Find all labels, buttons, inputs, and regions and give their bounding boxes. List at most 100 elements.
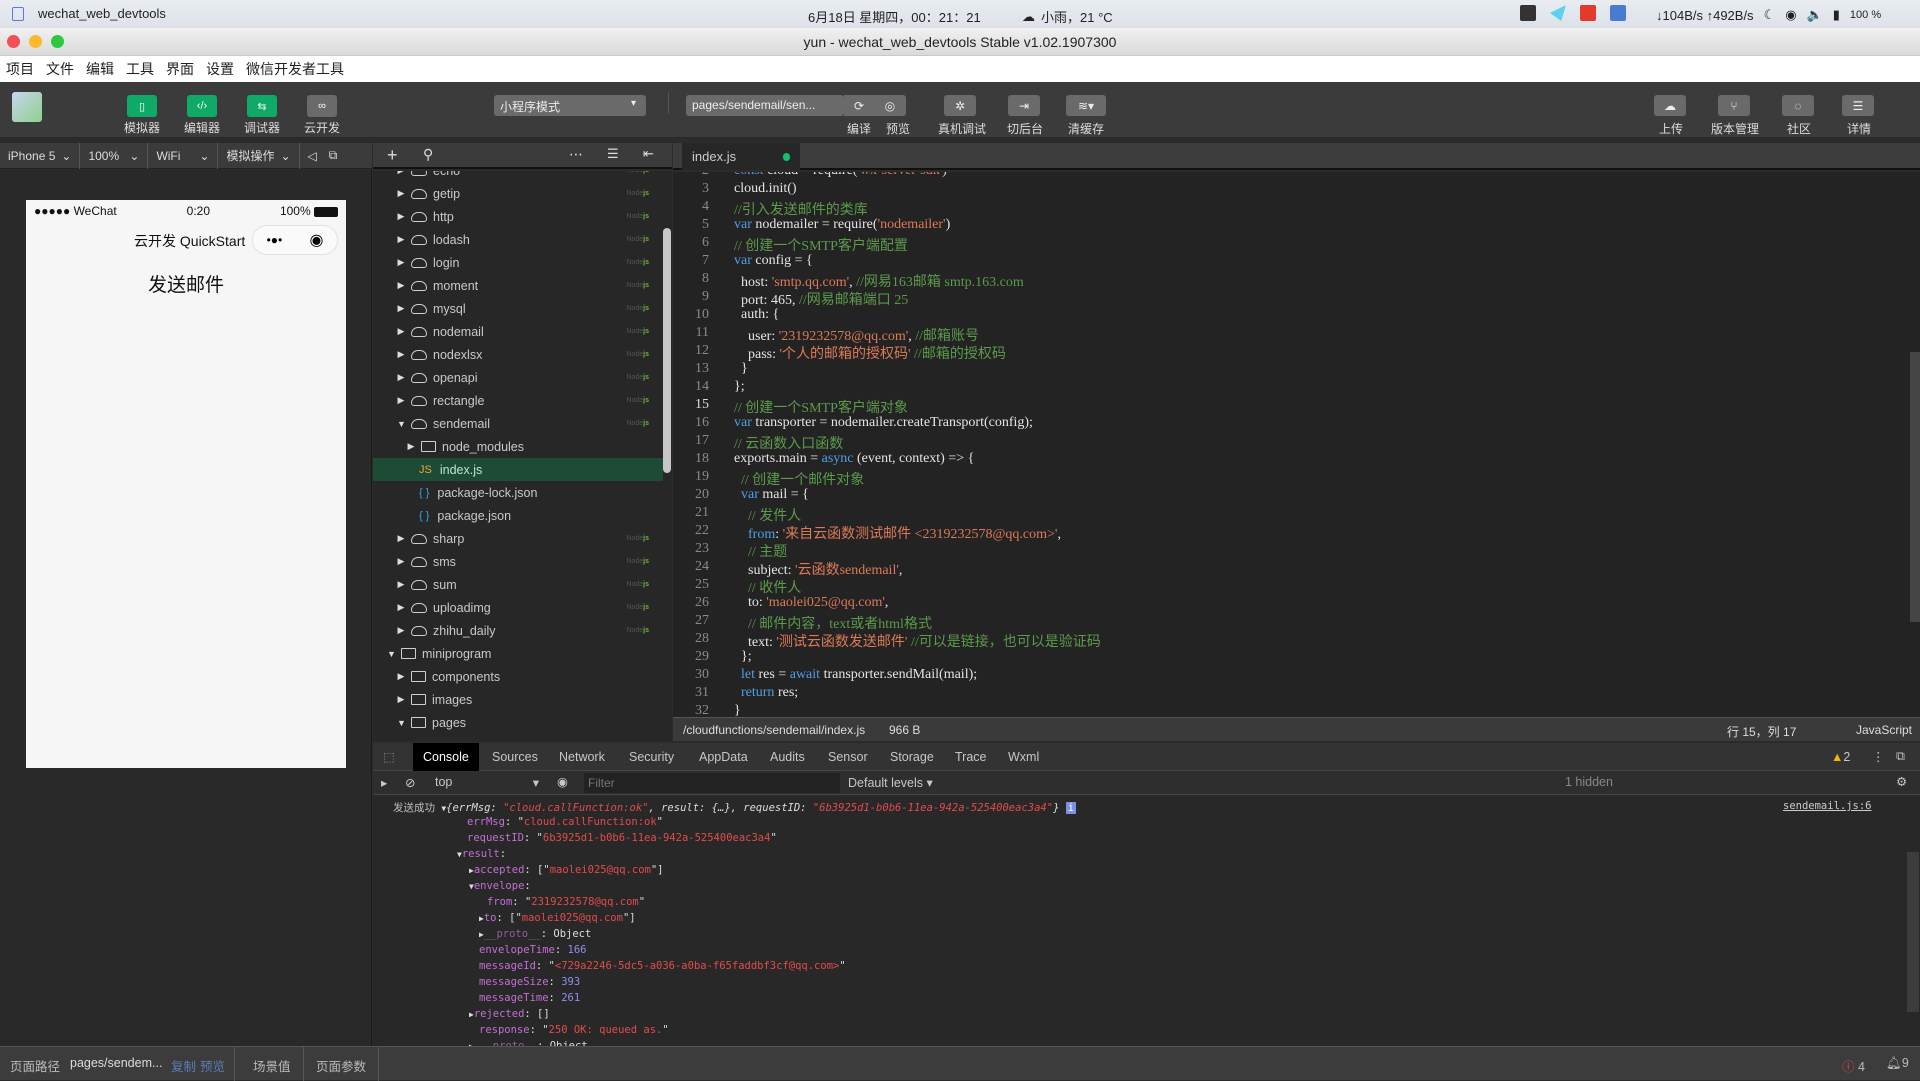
code-line[interactable]: 9 port: 465, //网易邮箱端口 25 [673,289,1873,308]
night-icon[interactable]: ☾ [1764,7,1776,23]
menu-edit[interactable]: 编辑 [86,59,114,79]
more-icon[interactable]: •●• [267,233,283,247]
code-line[interactable]: 17 // 云函数入口函数 [673,433,1873,452]
code-line[interactable]: 29 }; [673,649,1873,667]
copy-path-link[interactable]: 复制 [171,1056,196,1075]
tab-sources[interactable]: Sources [482,743,548,771]
tab-security[interactable]: Security [619,743,684,771]
tab-index-js[interactable]: index.js [682,143,800,170]
editor-scrollbar[interactable] [1910,352,1920,622]
code-line[interactable]: 31 return res; [673,685,1873,703]
tree-item[interactable]: { } package.json [373,504,663,527]
console-filter-input[interactable] [584,773,840,793]
background-button[interactable]: ⇥ [1008,95,1040,116]
debugger-button[interactable]: ⇆ 调试器 [242,95,282,136]
tray-telegram-icon[interactable] [1550,5,1566,21]
error-count[interactable]: ⓘ 4 [1842,1056,1865,1075]
code-editor[interactable]: 2 const cloud = require('wx-server-sdk') 3… [673,172,1920,717]
clock[interactable]: 6月18日 星期四，00：21：21 [808,7,981,26]
tree-item[interactable]: ▶ moment Nodejs [373,274,663,297]
cursor-position[interactable]: 行 15，列 17 [1727,723,1796,740]
compile-page-select[interactable]: pages/sendemail/sen... [686,95,844,116]
menu-tools[interactable]: 工具 [126,59,154,79]
tree-item[interactable]: ▼ sendemail Nodejs [373,412,663,435]
kebab-menu-icon[interactable]: ⋮ [1872,749,1885,764]
caret-down-icon[interactable]: ▼ [397,419,406,429]
caret-right-icon[interactable]: ▶ [397,556,405,567]
caret-right-icon[interactable]: ▶ [397,234,405,245]
tree-item[interactable]: ▶ nodexlsx Nodejs [373,343,663,366]
tab-sensor[interactable]: Sensor [818,743,878,771]
details-button[interactable]: ☰ [1842,95,1874,116]
code-line[interactable]: 18 exports.main = async (event, context) … [673,451,1873,469]
undock-icon[interactable]: ⧉ [1896,749,1905,764]
hide-sidebar-icon[interactable]: ⇤ [643,146,654,162]
console-object-property[interactable]: ▶__proto__: Object [479,928,591,944]
console-object-property[interactable]: ▼result: [457,848,506,864]
caret-right-icon[interactable]: ▶ [397,257,405,268]
caret-right-icon[interactable]: ▶ [397,372,405,383]
context-select[interactable]: top ▾ [435,775,539,790]
code-line[interactable]: 11 user: '2319232578@qq.com', //邮箱账号 [673,325,1873,344]
code-line[interactable]: 12 pass: '个人的邮箱的授权码' //邮箱的授权码 [673,343,1873,362]
tree-item[interactable]: ▶ node_modules [373,435,663,458]
caret-right-icon[interactable]: ▶ [397,602,405,613]
mute-button[interactable]: ◁ [300,143,325,169]
tree-item[interactable]: { } package-lock.json [373,481,663,504]
tab-storage[interactable]: Storage [880,743,944,771]
tree-scrollbar[interactable] [663,228,671,473]
preview-page-link[interactable]: 预览 [200,1056,225,1075]
cloud-dev-button[interactable]: ∞ 云开发 [302,95,342,136]
caret-right-icon[interactable]: ▶ [407,441,415,452]
upload-button[interactable]: ☁ [1654,95,1686,116]
warnings-badge[interactable]: ▲2 [1831,750,1850,764]
caret-down-icon[interactable]: ▼ [387,649,396,659]
tab-console[interactable]: Console [413,743,479,771]
tree-item[interactable]: ▶ getip Nodejs [373,182,663,205]
code-line[interactable]: 7 var config = { [673,253,1873,271]
caret-right-icon[interactable]: ▶ [397,694,405,705]
close-target-icon[interactable]: ◉ [309,230,323,250]
tree-item[interactable]: ▶ echo Nodejs [373,171,663,182]
code-line[interactable]: 4 //引入发送邮件的类库 [673,199,1873,218]
caret-right-icon[interactable]: ▶ [397,349,405,360]
version-button[interactable]: ⑂ [1718,95,1750,116]
tray-cmd-icon[interactable] [1520,5,1536,21]
code-line[interactable]: 10 auth: { [673,307,1873,325]
tab-audits[interactable]: Audits [760,743,815,771]
code-line[interactable]: 25 // 收件人 [673,577,1873,596]
menu-view[interactable]: 界面 [166,59,194,79]
caret-right-icon[interactable]: ▶ [397,211,405,222]
network-select[interactable]: WiFi ⌄ [148,142,219,169]
code-line[interactable]: 2 const cloud = require('wx-server-sdk') [673,172,1873,181]
remote-debug-button[interactable]: ✲ [944,95,976,116]
console-object-property[interactable]: ▶accepted: ["maolei025@qq.com"] [469,864,664,880]
code-line[interactable]: 32} [673,703,1873,717]
tree-item[interactable]: ▶ lodash Nodejs [373,228,663,251]
tab-appdata[interactable]: AppData [689,743,758,771]
collapse-icon[interactable]: ☰ [607,146,619,162]
editor-button[interactable]: ‹/› 编辑器 [182,95,222,136]
caret-right-icon[interactable]: ▶ [397,188,405,199]
code-line[interactable]: 3 cloud.init() [673,181,1873,199]
menu-file[interactable]: 文件 [46,59,74,79]
menu-project[interactable]: 项目 [6,59,34,79]
tree-item[interactable]: JS index.js [373,458,663,481]
simulate-ops-select[interactable]: 模拟操作 ⌄ [218,142,300,169]
more-icon[interactable]: ⋯ [569,146,583,163]
zoom-select[interactable]: 100% ⌄ [80,142,149,169]
console-scrollbar[interactable] [1907,852,1919,1012]
device-select[interactable]: iPhone 5 ⌄ [0,142,81,169]
tree-item[interactable]: ▶ nodemail Nodejs [373,320,663,343]
tray-baidu-icon[interactable] [1610,5,1626,21]
code-line[interactable]: 24 subject: '云函数sendemail', [673,559,1873,578]
tree-item[interactable]: ▶ sum Nodejs [373,573,663,596]
simulator-button[interactable]: ▯ 模拟器 [122,95,162,136]
battery-icon[interactable]: ▮ [1833,7,1840,23]
code-line[interactable]: 30 let res = await transporter.sendMail(… [673,667,1873,685]
code-line[interactable]: 27 // 邮件内容，text或者html格式 [673,613,1873,632]
menu-wechat-devtools[interactable]: 微信开发者工具 [246,59,344,79]
add-icon[interactable]: + [387,145,398,166]
clear-console-icon[interactable]: ⊘ [405,775,415,790]
log-levels-select[interactable]: Default levels ▾ [848,775,933,790]
